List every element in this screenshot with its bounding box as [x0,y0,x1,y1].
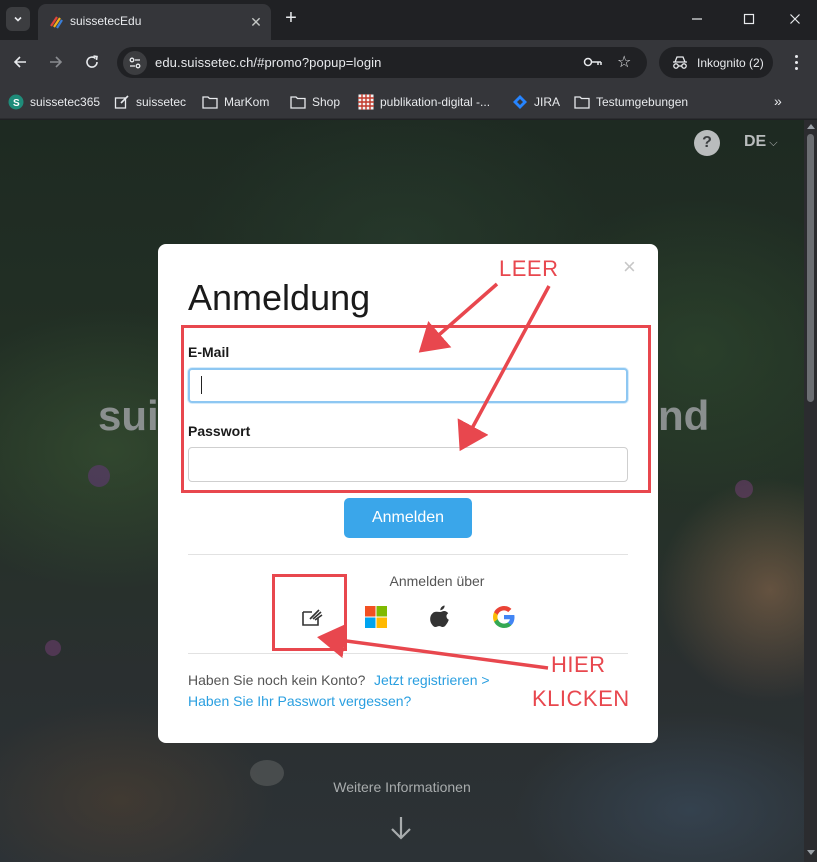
close-icon [790,14,800,24]
more-info-link[interactable]: Weitere Informationen [0,779,804,795]
sso-heading: Anmelden über [158,573,658,589]
tab-title: suissetecEdu [70,14,142,28]
s-logo-icon: S [8,94,24,110]
language-selector[interactable]: DE ⌵ [744,133,778,151]
modal-close-button[interactable]: × [623,256,636,278]
reload-icon [86,55,98,68]
sso-apple-button[interactable] [420,602,460,632]
language-label: DE [744,133,767,150]
bookmark-suissetec[interactable]: suissetec [114,93,186,111]
folder-icon [202,94,218,110]
page-scrollbar[interactable] [804,120,817,862]
bookmark-publikation-digital[interactable]: publikation-digital -... [358,93,490,111]
new-tab-button[interactable]: + [280,8,302,30]
hero-title-right: nd [658,392,710,439]
arrow-down-icon[interactable] [389,815,413,841]
sso-microsoft-button[interactable] [356,602,396,632]
bookmark-label: suissetec [136,95,187,109]
bookmark-star-icon[interactable]: ☆ [617,52,631,72]
bookmark-suissetec365[interactable]: S suissetec365 [8,93,100,111]
bookmark-label: MarKom [224,95,270,109]
address-bar[interactable]: edu.suissetec.ch/#promo?popup=login ☆ [117,47,647,78]
google-icon [493,606,515,628]
microsoft-icon [365,606,387,628]
annotation-sso-box [272,574,347,651]
bookmark-markom[interactable]: MarKom [202,93,269,111]
grid-favicon-icon [358,94,374,110]
maximize-icon [743,13,755,25]
suissetec-edu-favicon-icon [50,16,63,29]
scroll-thumb[interactable] [807,134,814,402]
maximize-button[interactable] [736,6,762,32]
modal-title: Anmeldung [188,277,371,318]
folder-icon [290,94,306,110]
arrow-right-icon [50,56,63,68]
annotation-hier-label: HIER [551,652,606,677]
help-button[interactable]: ? [694,130,720,156]
bookmark-label: JIRA [534,95,561,109]
bookmarks-overflow-button[interactable]: » [774,93,782,109]
tab-search-button[interactable] [6,7,30,31]
bookmark-label: Testumgebungen [596,95,689,109]
bookmarks-bar: S suissetec365 suissetec MarKom Shop pub… [0,85,817,119]
bookmark-label: publikation-digital -... [380,95,491,109]
bookmark-label: suissetec365 [30,95,101,109]
forward-button[interactable] [44,50,68,74]
register-link[interactable]: Jetzt registrieren > [374,672,490,688]
incognito-label: Inkognito (2) [697,55,764,70]
chevron-down-icon [14,16,22,22]
browser-toolbar: edu.suissetec.ch/#promo?popup=login ☆ In… [0,40,817,85]
site-info-button[interactable] [123,51,147,75]
back-button[interactable] [8,50,32,74]
minimize-icon [692,18,702,20]
bookmark-label: Shop [312,95,341,109]
bookmark-jira[interactable]: JIRA [512,93,560,111]
sso-google-button[interactable] [484,602,524,632]
incognito-icon [673,55,687,69]
apple-icon [430,605,449,627]
url-text[interactable]: edu.suissetec.ch/#promo?popup=login [155,55,381,70]
annotation-leer-label: LEER [499,256,559,281]
jira-icon [512,94,528,110]
password-key-icon[interactable] [583,54,603,70]
background-flower [88,465,110,487]
hero-title-left: sui [98,392,159,439]
window-close-button[interactable] [782,6,808,32]
browser-menu-button[interactable] [786,52,806,72]
forgot-password-link[interactable]: Haben Sie Ihr Passwort vergessen? [188,693,411,709]
bookmark-shop[interactable]: Shop [290,93,340,111]
login-submit-button[interactable]: Anmelden [344,498,472,538]
tab-close-icon[interactable]: ✕ [248,14,264,30]
arrow-left-icon [13,56,26,68]
tune-icon [129,57,141,69]
browser-tab[interactable]: suissetecEdu ✕ [38,4,271,40]
bookmark-testumgebungen[interactable]: Testumgebungen [574,93,688,111]
scroll-up-arrow[interactable] [807,124,815,129]
annotation-fields-box [181,325,651,493]
no-account-text: Haben Sie noch kein Konto? [188,672,366,688]
reload-button[interactable] [80,50,104,74]
background-flower [45,640,61,656]
folder-icon [574,94,590,110]
svg-text:S: S [13,98,20,109]
background-flower [735,480,753,498]
minimize-button[interactable] [684,6,710,32]
chevron-down-icon: ⌵ [766,137,778,149]
tab-strip: suissetecEdu ✕ + [0,0,817,40]
sso-heading-text: Anmelden über [389,573,485,589]
edit-page-icon [114,94,130,110]
annotation-klicken-label: KLICKEN [532,686,630,711]
divider [188,554,628,555]
scroll-down-arrow[interactable] [807,850,815,855]
incognito-profile-button[interactable]: Inkognito (2) [659,47,773,78]
